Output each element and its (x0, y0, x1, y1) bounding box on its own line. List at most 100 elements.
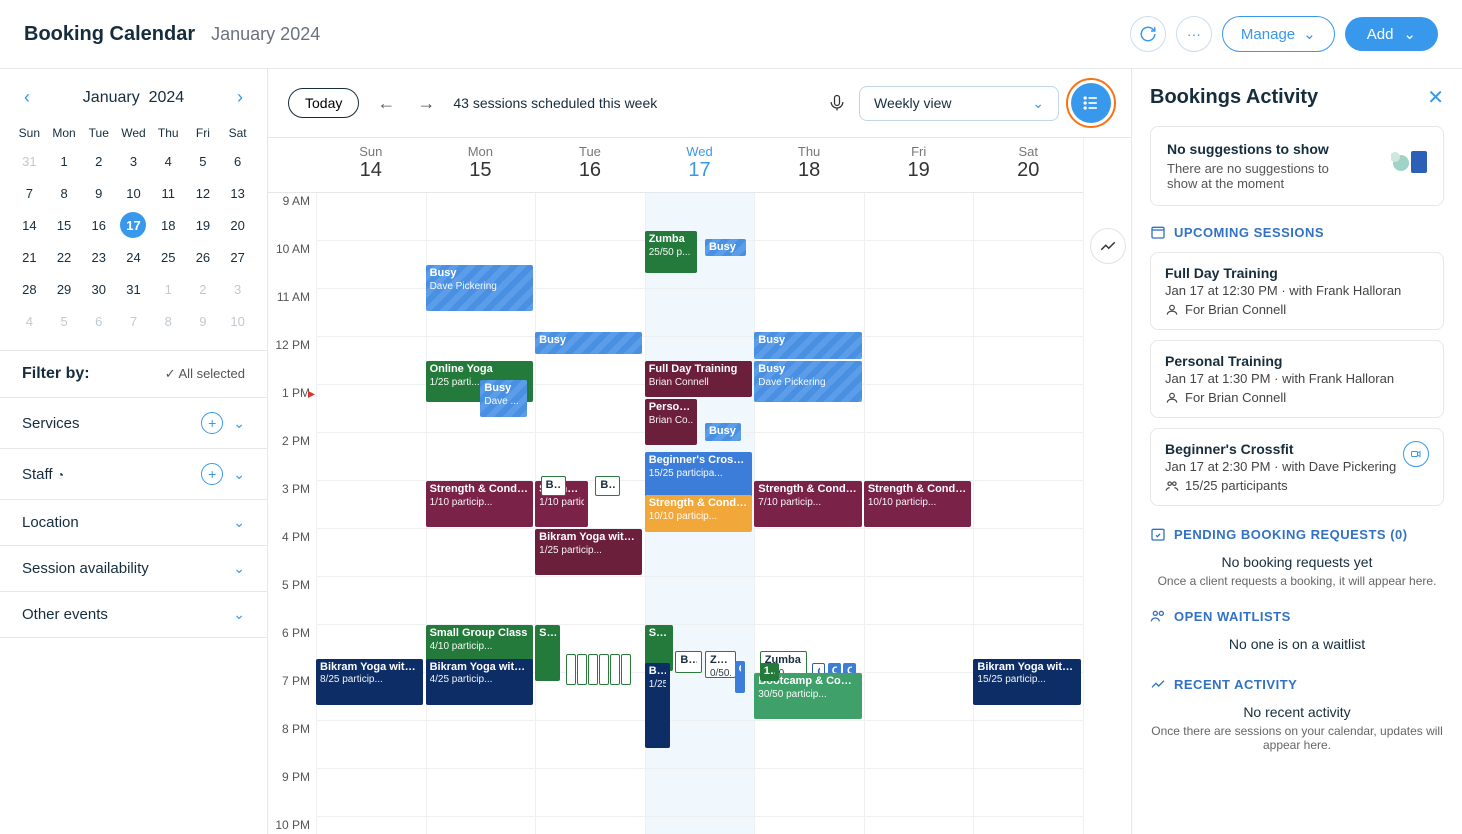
mini-day[interactable]: 26 (190, 244, 216, 270)
session-card[interactable]: Personal TrainingJan 17 at 1:30 PM · wit… (1150, 340, 1444, 418)
more-button[interactable]: ··· (1176, 16, 1212, 52)
filter-row[interactable]: Other events⌄ (0, 592, 267, 638)
calendar-event[interactable]: Full Day TrainingBrian Connell (645, 361, 752, 397)
mini-day[interactable]: 8 (51, 180, 77, 206)
calendar-event[interactable]: Beginne (595, 476, 620, 496)
calendar-event[interactable]: Bikram Yoga with Sarah15/25 particip... (973, 659, 1080, 705)
today-button[interactable]: Today (288, 88, 359, 118)
day-header[interactable]: Mon15 (426, 138, 536, 192)
mini-day-next[interactable]: 2 (190, 276, 216, 302)
calendar-event[interactable]: Bikram Yoga with Sarah4/25 particip... (426, 659, 533, 705)
add-filter-button[interactable]: + (201, 412, 223, 434)
calendar-event[interactable]: Zumba25/50 p... (645, 231, 697, 272)
mini-day[interactable]: 1 (51, 148, 77, 174)
next-week-button[interactable]: → (413, 89, 439, 118)
calendar-event[interactable]: BusyDave Pickering (426, 265, 533, 311)
next-month-button[interactable]: › (233, 83, 247, 112)
mini-day-prev[interactable]: 31 (16, 148, 42, 174)
prev-week-button[interactable]: ← (373, 89, 399, 118)
mini-day-next[interactable]: 7 (120, 308, 146, 334)
mini-day[interactable]: 4 (155, 148, 181, 174)
mini-day[interactable]: 30 (86, 276, 112, 302)
mini-day[interactable]: 16 (86, 212, 112, 238)
mini-day[interactable]: 31 (120, 276, 146, 302)
calendar-event[interactable]: Beginner's Crossfit15/25 participa... (645, 452, 752, 498)
session-card[interactable]: Full Day TrainingJan 17 at 12:30 PM · wi… (1150, 252, 1444, 330)
mini-day[interactable]: 22 (51, 244, 77, 270)
mini-day[interactable]: 3 (120, 148, 146, 174)
add-filter-button[interactable]: + (201, 463, 223, 485)
day-header[interactable]: Wed17 (645, 138, 755, 192)
refresh-button[interactable] (1130, 16, 1166, 52)
calendar-event[interactable]: Busy (705, 423, 741, 440)
day-header[interactable]: Thu18 (754, 138, 864, 192)
manage-button[interactable]: Manage ⌄ (1222, 16, 1335, 52)
mini-day[interactable]: 29 (51, 276, 77, 302)
mini-day[interactable]: 21 (16, 244, 42, 270)
mini-day-next[interactable]: 1 (155, 276, 181, 302)
mini-day[interactable]: 24 (120, 244, 146, 270)
mini-day[interactable]: 5 (190, 148, 216, 174)
calendar-event[interactable]: Zumba0/50... (705, 651, 736, 678)
mini-day[interactable]: 27 (225, 244, 251, 270)
calendar-event[interactable]: Bikr Yog with (675, 651, 701, 673)
calendar-event[interactable]: 17/ (760, 663, 780, 680)
day-header[interactable]: Tue16 (535, 138, 645, 192)
view-select[interactable]: Weekly view ⌄ (859, 86, 1059, 121)
day-header[interactable]: Sat20 (973, 138, 1083, 192)
mini-day[interactable]: 2 (86, 148, 112, 174)
calendar-event[interactable]: B Y w (577, 654, 587, 686)
mini-day[interactable]: 23 (86, 244, 112, 270)
calendar-event[interactable]: Z (621, 654, 631, 686)
calendar-event[interactable]: Personal TrainingBrian Co... (645, 399, 697, 445)
calendar-event[interactable]: Strength & Conditioning10/10 particip... (864, 481, 971, 527)
filter-row[interactable]: Staff ◔+⌄ (0, 449, 267, 500)
calendar-event[interactable]: Strength & Conditioning10/10 particip... (645, 495, 752, 531)
filter-row[interactable]: Session availability⌄ (0, 546, 267, 592)
filter-row[interactable]: Services+⌄ (0, 398, 267, 449)
calendar-event[interactable]: B Y w (566, 654, 576, 686)
calendar-event[interactable]: On Yo (735, 661, 746, 693)
mini-day[interactable]: 6 (225, 148, 251, 174)
mini-day[interactable]: 19 (190, 212, 216, 238)
mini-day[interactable]: 25 (155, 244, 181, 270)
calendar-event[interactable]: Bikram Yoga with Sarah1/25 particip... (535, 529, 642, 575)
mini-day-next[interactable]: 9 (190, 308, 216, 334)
mini-day[interactable]: 14 (16, 212, 42, 238)
mini-day[interactable]: 9 (86, 180, 112, 206)
day-header[interactable]: Fri19 (864, 138, 974, 192)
mini-day[interactable]: 13 (225, 180, 251, 206)
calendar-event[interactable]: Busy (535, 332, 642, 354)
mini-day[interactable]: 20 (225, 212, 251, 238)
mini-day-next[interactable]: 8 (155, 308, 181, 334)
session-card[interactable]: Beginner's CrossfitJan 17 at 2:30 PM · w… (1150, 428, 1444, 506)
calendar-event[interactable]: Strength & Conditioning7/10 particip... (754, 481, 861, 527)
calendar-event[interactable]: Beg Crossfit1/25... (645, 663, 670, 747)
mini-day[interactable]: 11 (155, 180, 181, 206)
calendar-event[interactable]: Bikram Yoga with Sarah8/25 particip... (316, 659, 423, 705)
calendar-event[interactable]: B Y w (599, 654, 609, 686)
add-button[interactable]: Add ⌄ (1345, 17, 1438, 51)
calendar-event[interactable]: BusyDave ... (480, 380, 527, 416)
mini-day[interactable]: 18 (155, 212, 181, 238)
calendar-event[interactable]: Busy (754, 332, 861, 359)
calendar-event[interactable]: Strength & Conditioning1/10 particip... (426, 481, 533, 527)
mini-day-next[interactable]: 3 (225, 276, 251, 302)
mini-day-next[interactable]: 5 (51, 308, 77, 334)
mini-day-next[interactable]: 6 (86, 308, 112, 334)
mini-day[interactable]: 17 (120, 212, 146, 238)
voice-icon[interactable] (827, 93, 847, 113)
mini-day-next[interactable]: 4 (16, 308, 42, 334)
mini-day[interactable]: 12 (190, 180, 216, 206)
mini-day[interactable]: 15 (51, 212, 77, 238)
mini-day[interactable]: 28 (16, 276, 42, 302)
analytics-button[interactable] (1090, 228, 1126, 264)
mini-day-next[interactable]: 10 (225, 308, 251, 334)
calendar-event[interactable]: B Y w (588, 654, 598, 686)
day-header[interactable]: Sun14 (316, 138, 426, 192)
mini-day[interactable]: 10 (120, 180, 146, 206)
calendar-event[interactable]: Beginne (541, 476, 566, 496)
calendar-event[interactable]: BusyDave Pickering (754, 361, 861, 402)
calendar-event[interactable]: Busy (705, 239, 747, 256)
mini-day[interactable]: 7 (16, 180, 42, 206)
